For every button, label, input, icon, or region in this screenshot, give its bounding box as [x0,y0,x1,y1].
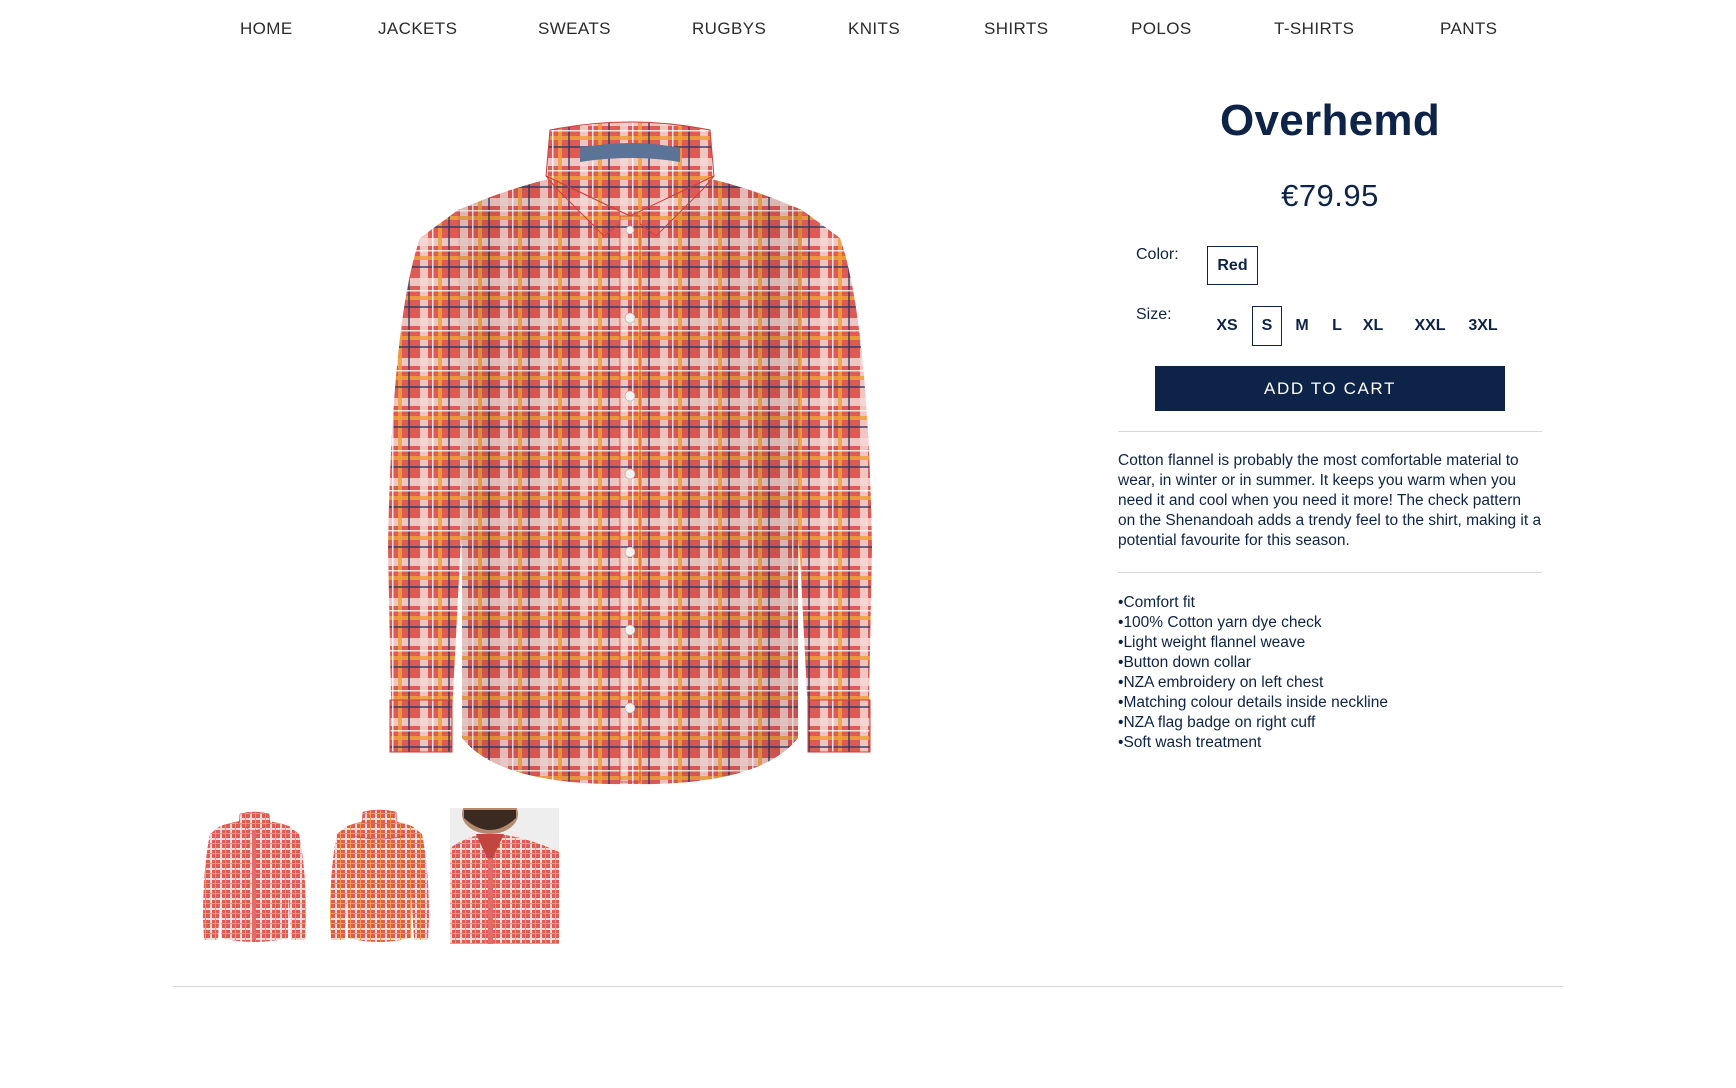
divider [1118,431,1542,432]
product-features-list: Comfort fit 100% Cotton yarn dye check L… [1118,593,1542,753]
product-description: Cotton flannel is probably the most comf… [1118,452,1542,549]
size-option-xxl[interactable]: XXL [1407,306,1453,346]
color-label: Color: [1136,246,1179,263]
product-title: Overhemd [1219,96,1441,145]
size-option-3xl[interactable]: 3XL [1463,306,1503,346]
nav-item-t-shirts[interactable]: T-SHIRTS [1274,19,1354,39]
size-option-xs[interactable]: XS [1207,306,1247,346]
nav-item-polos[interactable]: POLOS [1131,19,1192,39]
size-option-l[interactable]: L [1324,306,1350,346]
nav-item-knits[interactable]: KNITS [848,19,900,39]
size-option-xl[interactable]: XL [1355,306,1391,346]
size-option-m[interactable]: M [1287,306,1317,346]
nav-item-home[interactable]: HOME [240,19,293,39]
thumbnail-front[interactable] [200,808,309,944]
nav-item-jackets[interactable]: JACKETS [378,19,457,39]
product-main-image[interactable] [380,118,880,790]
divider [1118,572,1542,573]
size-label: Size: [1136,306,1172,323]
feature-item: Comfort fit [1118,593,1542,613]
nav-item-pants[interactable]: PANTS [1440,19,1497,39]
feature-item: Soft wash treatment [1118,733,1542,753]
nav-item-rugbys[interactable]: RUGBYS [692,19,766,39]
main-navigation: HOME JACKETS SWEATS RUGBYS KNITS SHIRTS … [0,0,1736,60]
content-divider [173,986,1563,987]
nav-item-sweats[interactable]: SWEATS [538,19,611,39]
nav-item-shirts[interactable]: SHIRTS [984,19,1048,39]
feature-item: NZA embroidery on left chest [1118,673,1542,693]
feature-item: Button down collar [1118,653,1542,673]
size-option-s[interactable]: S [1252,306,1282,346]
feature-item: NZA flag badge on right cuff [1118,713,1542,733]
feature-item: Light weight flannel weave [1118,633,1542,653]
shirt-model-closeup-thumbnail [450,808,559,944]
feature-item: Matching colour details inside neckline [1118,693,1542,713]
feature-item: 100% Cotton yarn dye check [1118,613,1542,633]
thumbnail-back[interactable] [325,808,434,944]
product-price: €79.95 [1281,178,1379,213]
shirt-back-thumbnail [330,809,429,942]
checked-shirt-front-image [388,121,872,785]
thumbnail-model-closeup[interactable] [450,808,559,944]
add-to-cart-button[interactable]: ADD TO CART [1155,366,1505,411]
shirt-front-thumbnail [203,811,306,942]
color-option-red[interactable]: Red [1207,246,1258,285]
